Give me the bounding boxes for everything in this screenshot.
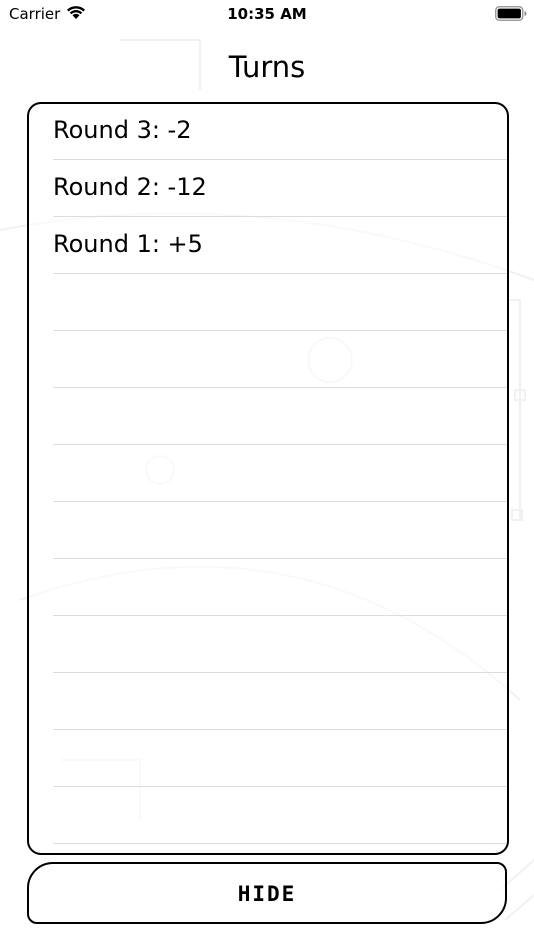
turn-label: Round 1: +5	[53, 230, 203, 258]
turn-row[interactable]	[53, 560, 507, 616]
turn-row[interactable]	[53, 617, 507, 673]
hide-button-label: HIDE	[237, 882, 297, 906]
turn-row[interactable]: Round 1: +5	[53, 218, 507, 274]
hide-button[interactable]: HIDE	[27, 862, 507, 924]
battery-icon	[495, 6, 527, 21]
turn-row[interactable]	[53, 731, 507, 787]
turns-list[interactable]: Round 3: -2 Round 2: -12 Round 1: +5	[27, 102, 509, 855]
turn-row[interactable]: Round 2: -12	[53, 161, 507, 217]
turn-row[interactable]	[53, 446, 507, 502]
turn-label: Round 3: -2	[53, 116, 192, 144]
turn-row[interactable]	[53, 389, 507, 445]
status-bar: Carrier 10:35 AM	[0, 0, 534, 28]
turn-row[interactable]	[53, 788, 507, 844]
page-title: Turns	[228, 50, 306, 84]
turn-row[interactable]	[53, 332, 507, 388]
turn-label: Round 2: -12	[53, 173, 207, 201]
turn-row[interactable]: Round 3: -2	[53, 104, 507, 160]
status-time: 10:35 AM	[227, 5, 307, 23]
turn-row[interactable]	[53, 674, 507, 730]
turn-row[interactable]	[53, 503, 507, 559]
turn-row[interactable]	[53, 275, 507, 331]
